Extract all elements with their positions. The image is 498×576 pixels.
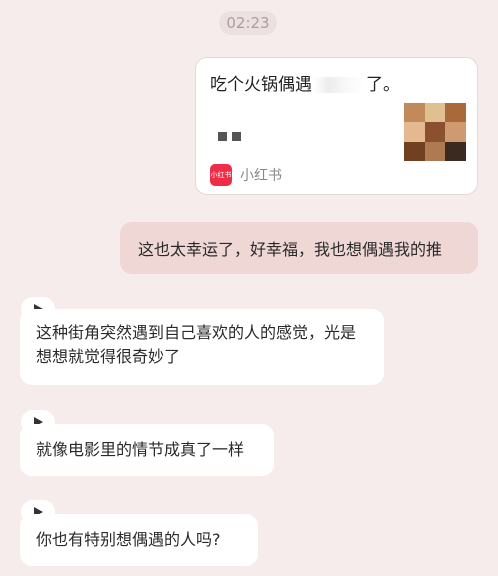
thumbnail-tile [445,141,466,161]
card-source: 小红书 小红书 [210,164,282,186]
redacted-text [218,126,246,145]
card-title-end: 了。 [366,75,400,95]
assistant-message-bubble: 这种街角突然遇到自己喜欢的人的感觉，光是想想就觉得很奇妙了 [20,309,384,385]
thumbnail-tile [424,141,446,161]
thumbnail-tile [445,122,466,142]
thumbnail-tile [404,141,425,161]
thumbnail-tile [424,122,446,142]
assistant-message-bubble: 你也有特别想偶遇的人吗? [20,514,258,566]
thumbnail-tile [404,122,425,142]
xiaohongshu-logo-icon: 小红书 [210,164,232,186]
shared-link-card[interactable]: 吃个火锅偶遇 了。 小红书 小红书 [195,57,478,195]
assistant-message-bubble: 就像电影里的情节成真了一样 [20,424,274,476]
card-title-start: 吃个火锅偶遇 [210,75,312,95]
card-title: 吃个火锅偶遇 了。 [210,70,400,95]
blurred-text [314,77,364,93]
thumbnail-tile [445,103,466,123]
source-label: 小红书 [240,168,282,184]
user-message-bubble: 这也太幸运了，好幸福，我也想偶遇我的推 [120,222,478,274]
thumbnail-tile [404,103,425,123]
thumbnail-tile [424,103,446,123]
card-thumbnail [404,103,466,161]
timestamp: 02:23 [219,11,277,35]
